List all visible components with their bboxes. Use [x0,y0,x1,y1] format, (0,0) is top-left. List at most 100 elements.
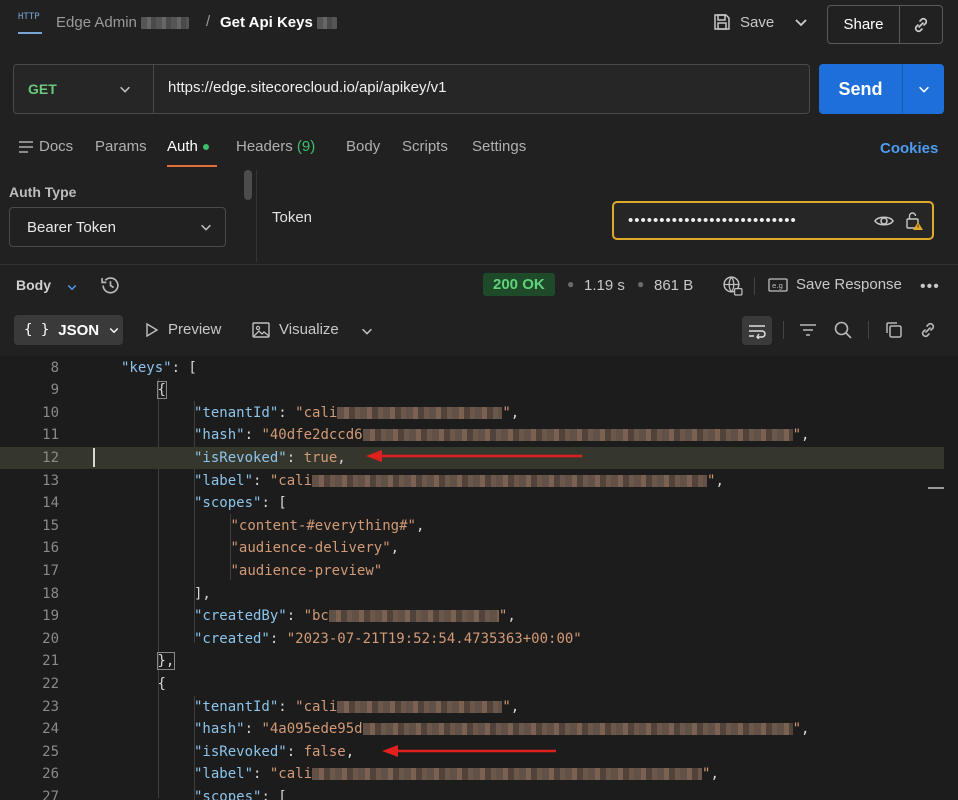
svg-text:e.g: e.g [772,282,783,290]
auth-type-select[interactable]: Bearer Token [9,207,226,247]
line-number: 20 [42,630,59,647]
json-punctuation: , [510,698,520,715]
code-line: 13 "label": "cali ", [0,470,944,493]
tab-scripts[interactable]: Scripts [402,138,448,155]
tab-docs[interactable]: Docs [19,138,73,155]
tab-headers[interactable]: Headers (9) [236,138,315,155]
filter-icon[interactable] [798,320,818,340]
docs-icon [19,140,33,153]
code-text: { [156,379,167,402]
history-icon[interactable] [100,275,121,296]
tab-body[interactable]: Body [346,138,380,155]
method-select[interactable]: GET [14,65,154,113]
visualize-button[interactable]: Visualize [252,321,339,338]
json-punctuation: , [715,472,724,489]
share-button[interactable]: Share [828,6,900,43]
json-value: "cali [295,404,338,421]
line-number: 18 [42,585,59,602]
json-punctuation: : [278,404,296,421]
send-button[interactable]: Send [819,64,903,114]
code-line: 21}, [0,650,944,673]
tab-params[interactable]: Params [95,138,147,155]
code-text: "createdBy": "bc ", [194,605,516,628]
json-punctuation: : [253,766,270,783]
response-body-editor[interactable]: 8 "keys": [9{10 "tenantId": "cali ", 11 "hash… [0,356,958,800]
code-text: "tenantId": "cali ", [194,402,519,425]
json-punctuation: : [278,698,296,715]
json-punctuation: , [510,404,520,421]
json-punctuation: , [390,540,400,557]
link-icon[interactable] [918,320,938,340]
send-options-button[interactable] [903,64,944,114]
line-number: 22 [42,675,59,692]
line-number: 23 [42,698,59,715]
code-text: "label": "cali ", [194,470,724,493]
chevron-down-icon[interactable] [66,281,78,293]
copy-icon[interactable] [884,320,904,340]
code-text: "isRevoked": false, [194,741,354,764]
cookies-link[interactable]: Cookies [880,140,938,157]
json-punctuation: ], [194,585,211,602]
lock-warning-icon[interactable] [906,211,924,231]
visualize-label: Visualize [279,321,339,338]
code-line: 22 { [0,673,944,696]
active-dot [202,144,209,151]
code-line: 16 "audience-delivery", [0,537,944,560]
json-punctuation: : [244,721,262,738]
code-text: "audience-delivery", [231,537,400,560]
view-mode-select[interactable]: { } JSON [14,315,123,345]
line-number: 9 [50,382,59,399]
line-number: 27 [42,788,59,800]
scrollbar-thumb[interactable] [244,170,252,200]
save-response-button[interactable]: e.g Save Response [768,276,902,293]
json-punctuation: { [156,381,167,400]
code-line: 27 "scopes": [ [0,786,944,800]
tab-docs-label: Docs [39,138,74,155]
code-text: "content-#everything#", [231,515,425,538]
chevron-down-icon [120,86,130,93]
eye-icon[interactable] [874,212,894,230]
wrap-lines-button[interactable] [742,316,772,345]
json-punctuation: , [415,517,425,534]
json-value: false [303,743,346,760]
save-button[interactable]: Save [712,12,774,32]
json-value: " [502,404,511,421]
json-value: "cali [269,472,313,489]
chevron-down-icon[interactable] [793,14,809,30]
chevron-down-icon[interactable] [360,324,374,338]
line-number: 24 [42,721,59,738]
more-options-icon[interactable]: ••• [920,278,940,296]
code-line: 10 "tenantId": "cali ", [0,402,944,425]
code-text: "keys": [ [121,357,197,380]
search-icon[interactable] [833,320,853,340]
json-value: " [792,721,802,738]
breadcrumb-parent[interactable]: Edge Admin [56,14,190,31]
json-punctuation: : [286,743,304,760]
json-value: "cali [295,698,338,715]
line-number: 15 [42,517,59,534]
token-input[interactable]: ••••••••••••••••••••••••••• [612,201,934,240]
copy-link-button[interactable] [900,6,942,43]
redacted-value [312,474,708,487]
response-body-label[interactable]: Body [16,277,51,293]
url-input[interactable]: https://edge.sitecorecloud.io/api/apikey… [168,79,788,96]
preview-button[interactable]: Preview [145,321,221,338]
json-punctuation: , [801,721,810,738]
tab-auth[interactable]: Auth [167,138,209,155]
code-line: 9{ [0,379,944,402]
response-size[interactable]: 861 B [654,277,693,294]
json-value: " [502,698,511,715]
status-badge: 200 OK [483,273,555,296]
json-punctuation: , [337,449,346,466]
page-title[interactable]: Get Api Keys [220,14,337,31]
code-line: 19 "createdBy": "bc ", [0,605,944,628]
tab-settings[interactable]: Settings [472,138,526,155]
line-number: 21 [42,653,59,670]
auth-type-label: Auth Type [9,184,77,200]
code-text: "isRevoked": true, [194,447,346,470]
response-time[interactable]: 1.19 s [584,277,625,294]
json-value: "cali [269,766,313,783]
code-text: "scopes": [ [194,786,287,800]
json-punctuation: , [345,743,355,760]
globe-lock-icon[interactable] [722,275,743,296]
